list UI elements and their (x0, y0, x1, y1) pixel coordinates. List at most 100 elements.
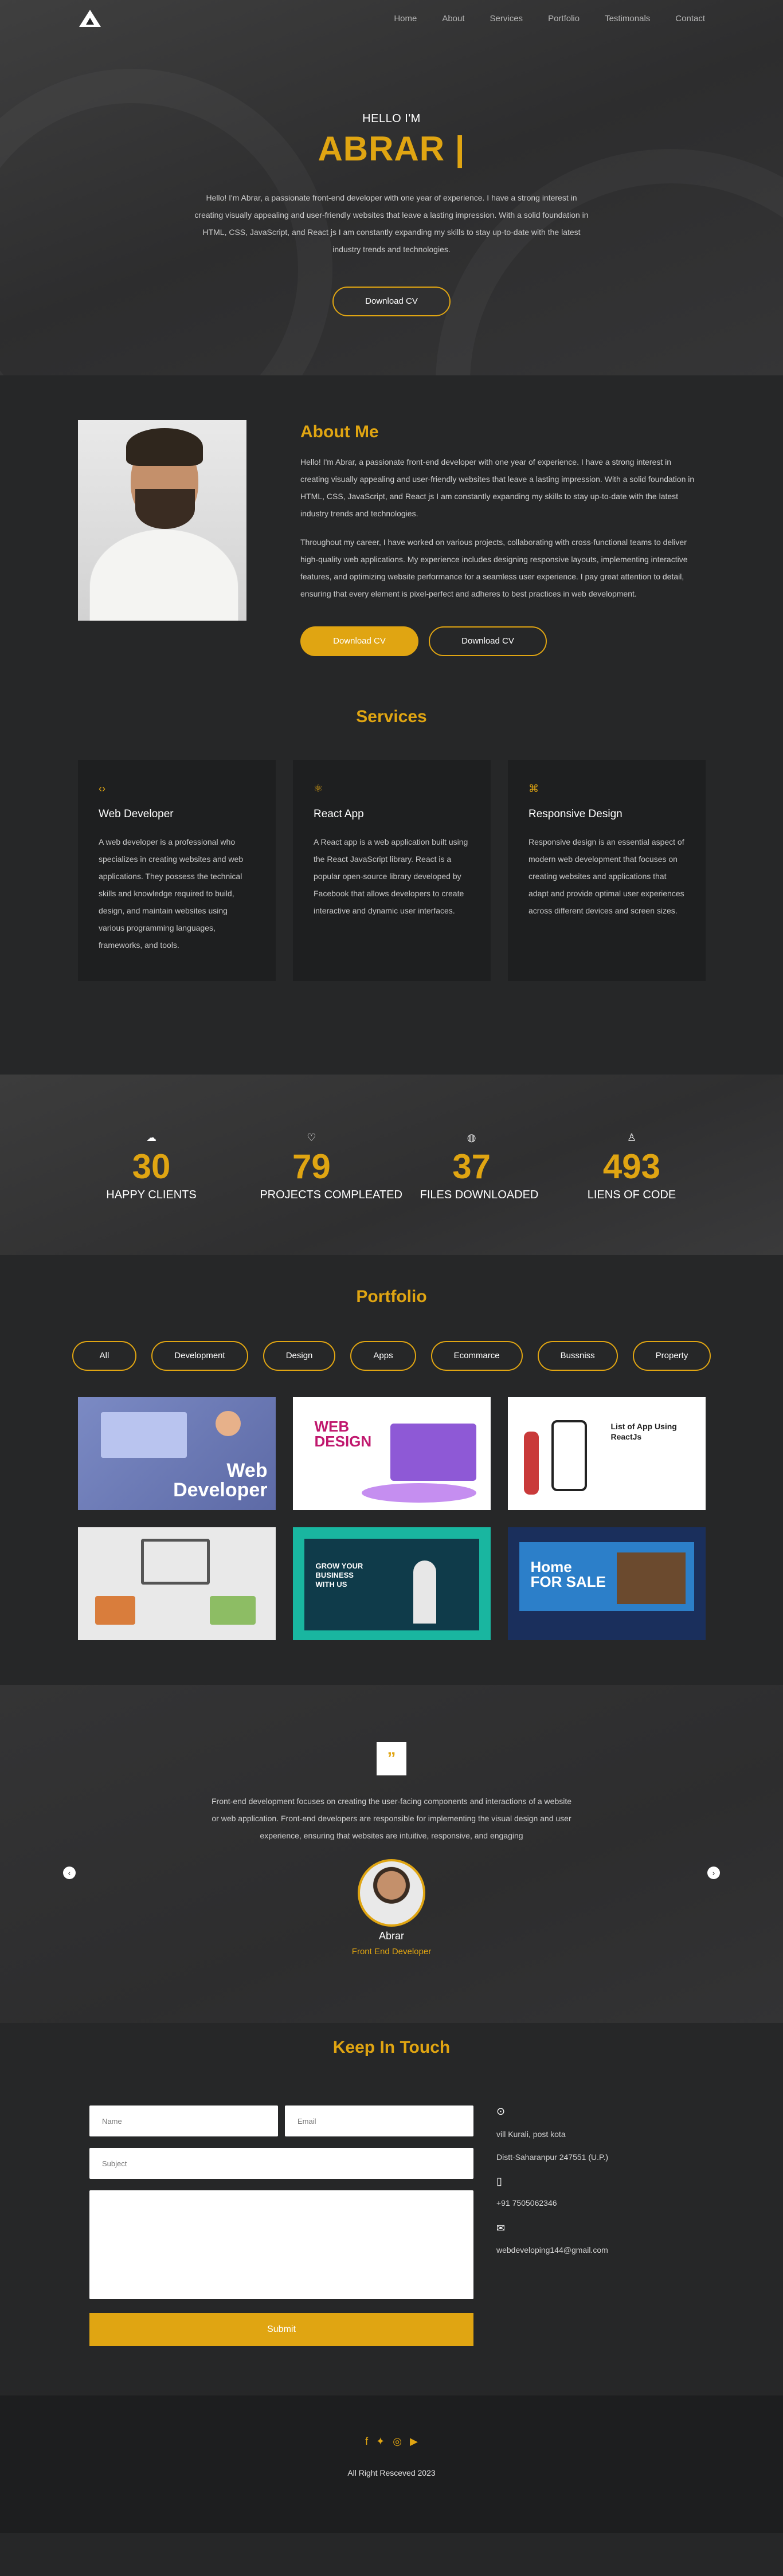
code-icon: ‹› (99, 783, 105, 794)
chevron-right-icon[interactable]: › (707, 1867, 720, 1879)
stat-value: 30 (132, 1147, 171, 1186)
portfolio-filters: All Development Design Apps Ecommarce Bu… (0, 1341, 783, 1371)
stats-section: ☁ 30 HAPPY CLIENTS ♡ 79 PROJECTS COMPLEA… (0, 1075, 783, 1255)
filter-ecommarce[interactable]: Ecommarce (430, 1341, 523, 1371)
portfolio-item[interactable]: List of App Using ReactJs (507, 1397, 706, 1510)
contact-info: ⊙ vill Kurali, post kota Distt-Saharanpu… (496, 2106, 668, 2346)
stat-code: ♙ 493 LIENS OF CODE (580, 1132, 683, 1255)
subject-field[interactable] (89, 2148, 473, 2179)
hero-text: Hello! I'm Abrar, a passionate front-end… (194, 193, 589, 254)
portfolio-title: Portfolio (356, 1287, 427, 1306)
quote-icon: ” (377, 1742, 406, 1775)
stat-label: HAPPY CLIENTS (106, 1189, 197, 1201)
react-icon: ⚛ (314, 783, 323, 794)
nav-services[interactable]: Services (490, 14, 523, 23)
stat-value: 79 (292, 1147, 331, 1186)
facebook-icon[interactable]: f (365, 2436, 368, 2448)
responsive-icon: ⌘ (528, 783, 539, 794)
service-title: React App (314, 808, 364, 820)
stat-value: 493 (602, 1147, 661, 1186)
filter-design[interactable]: Design (263, 1341, 336, 1371)
service-title: Responsive Design (528, 808, 623, 820)
about-title: About Me (300, 422, 379, 441)
hero-name: ABRAR | (318, 130, 465, 168)
about-paragraph-2: Throughout my career, I have worked on v… (300, 538, 688, 598)
about-download-cv-button[interactable]: Download CV (300, 626, 418, 656)
hero-download-cv-button[interactable]: Download CV (332, 287, 451, 316)
stat-happy-clients: ☁ 30 HAPPY CLIENTS (100, 1132, 203, 1255)
service-card: ⚛ React App A React app is a web applica… (293, 760, 491, 981)
service-card: ⌘ Responsive Design Responsive design is… (508, 760, 706, 981)
filter-development[interactable]: Development (151, 1341, 248, 1371)
twitter-icon[interactable]: ✦ (376, 2436, 385, 2448)
portfolio-item-title: WEB DESIGN (314, 1418, 372, 1450)
stat-label: LIENS OF CODE (587, 1189, 676, 1201)
portfolio-item-title: List of App Using ReactJs (610, 1422, 677, 1441)
about-section: About Me Hello! I'm Abrar, a passionate … (0, 375, 783, 705)
services-title: Services (356, 707, 427, 726)
about-download-cv-outline-button[interactable]: Download CV (429, 626, 547, 656)
portfolio-grid: Web Developer WEB DESIGN List of App Usi… (0, 1397, 783, 1640)
hero-greeting: HELLO I'M (362, 112, 421, 125)
submit-button[interactable]: Submit (89, 2313, 473, 2346)
stat-value: 37 (452, 1147, 491, 1186)
stat-files: ◍ 37 FILES DOWNLOADED (420, 1132, 539, 1255)
stat-label: PROJECTS COMPLEATED (260, 1189, 402, 1201)
copyright-text: All Right Resceved 2023 (347, 2468, 436, 2477)
nav-links: Home About Services Portfolio Testimonal… (394, 14, 705, 23)
portfolio-item[interactable] (77, 1527, 276, 1640)
stat-label: FILES DOWNLOADED (420, 1189, 539, 1201)
portfolio-item[interactable]: Home FOR SALE (507, 1527, 706, 1640)
avatar (358, 1859, 425, 1927)
nav-home[interactable]: Home (394, 14, 417, 23)
phone-text: +91 7505062346 (496, 2198, 557, 2208)
services-section: Services ‹› Web Developer A web develope… (0, 705, 783, 1075)
social-links: f ✦ ◎ ▶ (0, 2436, 783, 2448)
contact-section: Keep In Touch Submit ⊙ vill Kurali, post… (0, 2023, 783, 2395)
service-text: A web developer is a professional who sp… (99, 837, 244, 950)
mail-icon: ✉ (496, 2222, 506, 2234)
portfolio-section: Portfolio All Development Design Apps Ec… (0, 1255, 783, 1685)
service-card: ‹› Web Developer A web developer is a pr… (78, 760, 276, 981)
name-field[interactable] (89, 2106, 278, 2136)
email-field[interactable] (285, 2106, 473, 2136)
contact-title: Keep In Touch (332, 2038, 451, 2057)
hero-section: HELLO I'M ABRAR | Hello! I'm Abrar, a pa… (0, 0, 783, 375)
portfolio-item-title: Web Developer (173, 1460, 268, 1501)
service-text: Responsive design is an essential aspect… (528, 837, 684, 915)
nav-testimonals[interactable]: Testimonals (605, 14, 650, 23)
portfolio-item[interactable]: GROW YOUR BUSINESS WITH US (292, 1527, 491, 1640)
filter-apps[interactable]: Apps (350, 1341, 416, 1371)
stat-projects: ♡ 79 PROJECTS COMPLEATED (260, 1132, 402, 1255)
youtube-icon[interactable]: ▶ (410, 2436, 418, 2448)
filter-property[interactable]: Property (632, 1341, 711, 1371)
filter-all[interactable]: All (72, 1341, 137, 1371)
chevron-left-icon[interactable]: ‹ (63, 1867, 76, 1879)
phone-icon: ▯ (496, 2175, 502, 2187)
navbar: Home About Services Portfolio Testimonal… (0, 0, 783, 37)
message-field[interactable] (89, 2190, 473, 2299)
email-text[interactable]: webdeveloping144@gmail.com (496, 2244, 668, 2256)
portfolio-item-title: GROW YOUR BUSINESS WITH US (315, 1562, 363, 1589)
about-paragraph-1: Hello! I'm Abrar, a passionate front-end… (300, 457, 695, 518)
portfolio-item[interactable]: WEB DESIGN (292, 1397, 491, 1510)
about-photo (78, 420, 246, 621)
testimonial-section: ‹ › ” Front-end development focuses on c… (0, 1685, 783, 2023)
nav-contact[interactable]: Contact (675, 14, 705, 23)
globe-icon: ◍ (467, 1132, 476, 1143)
nav-portfolio[interactable]: Portfolio (548, 14, 580, 23)
service-title: Web Developer (99, 808, 174, 820)
user-icon: ♙ (627, 1132, 637, 1143)
contact-form: Submit (89, 2106, 473, 2346)
instagram-icon[interactable]: ◎ (393, 2436, 402, 2448)
footer: f ✦ ◎ ▶ All Right Resceved 2023 (0, 2395, 783, 2533)
service-text: A React app is a web application built u… (314, 837, 468, 915)
heart-icon: ♡ (307, 1132, 316, 1143)
testimonial-name: Abrar (378, 1930, 404, 1942)
portfolio-item[interactable]: Web Developer (77, 1397, 276, 1510)
testimonial-text: Front-end development focuses on creatin… (211, 1797, 572, 1840)
testimonial-role: Front End Developer (351, 1947, 432, 1956)
logo-icon[interactable] (78, 9, 102, 28)
filter-bussniss[interactable]: Bussniss (537, 1341, 618, 1371)
nav-about[interactable]: About (442, 14, 464, 23)
